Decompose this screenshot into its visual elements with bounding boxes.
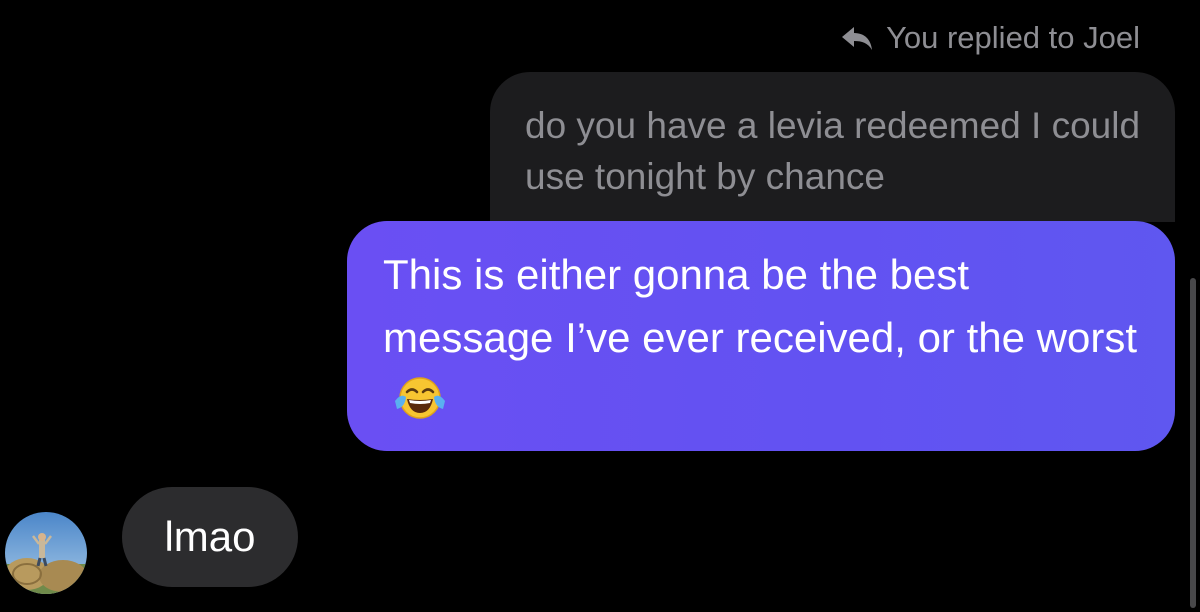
contact-avatar[interactable]	[5, 512, 87, 594]
reply-context-text: You replied to Joel	[886, 20, 1140, 55]
face-with-tears-of-joy-icon	[395, 377, 445, 419]
reply-arrow-icon	[842, 27, 873, 50]
sent-message-bubble[interactable]: This is either gonna be the best message…	[347, 221, 1175, 451]
received-message-text: lmao	[164, 513, 256, 560]
reply-context-header: You replied to Joel	[840, 18, 1140, 58]
quoted-message-text: do you have a levia redeemed I could use…	[525, 105, 1141, 197]
quoted-message-bubble[interactable]: do you have a levia redeemed I could use…	[490, 72, 1175, 222]
contact-avatar-photo	[5, 512, 87, 594]
received-message-bubble[interactable]: lmao	[122, 487, 298, 587]
scrollbar[interactable]	[1190, 278, 1196, 608]
sent-message-text: This is either gonna be the best message…	[383, 251, 1137, 361]
